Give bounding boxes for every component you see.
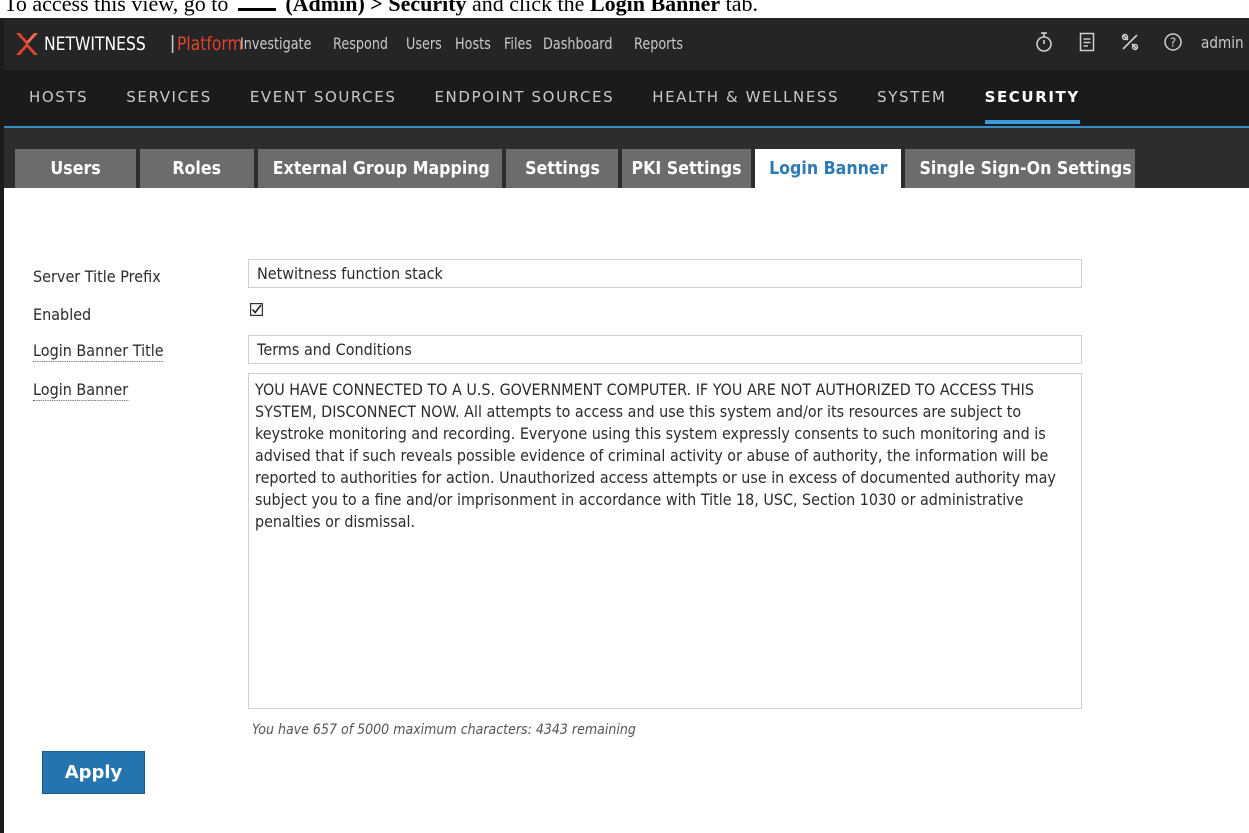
nav-respond[interactable]: Respond <box>333 34 388 53</box>
caption-post: tab. <box>720 0 759 16</box>
tab-roles-label: Roles <box>172 158 222 179</box>
tab-external-group-mapping[interactable]: External Group Mapping <box>258 149 502 188</box>
server-title-prefix-value: Netwitness function stack <box>257 264 443 283</box>
caption-tab: Login Banner <box>589 0 721 16</box>
login-banner-form: Server Title Prefix Netwitness function … <box>4 188 1249 833</box>
user-menu[interactable]: admin › <box>1201 32 1249 52</box>
apply-button[interactable]: Apply <box>42 751 145 794</box>
tab-single-sign-on-settings-label: Single Sign-On Settings <box>919 158 1132 179</box>
caption-admin: (Admin) <box>285 0 365 16</box>
subnav-system[interactable]: SYSTEM <box>877 70 946 124</box>
server-title-prefix-label: Server Title Prefix <box>33 267 161 286</box>
enabled-checkbox[interactable] <box>250 303 263 316</box>
nav-files[interactable]: Files <box>504 34 532 53</box>
help-icon[interactable]: ? <box>1161 30 1185 54</box>
svg-text:?: ? <box>1170 36 1176 50</box>
login-banner-label: Login Banner <box>33 380 129 401</box>
notes-icon[interactable] <box>1075 30 1099 54</box>
nav-utilities: ? admin › <box>1013 30 1249 54</box>
brand-name: NETWITNESS <box>44 33 146 55</box>
subnav-event-sources[interactable]: EVENT SOURCES <box>250 70 397 124</box>
timer-icon[interactable] <box>1032 30 1056 54</box>
nav-investigate[interactable]: Investigate <box>240 34 311 53</box>
tab-pki-settings[interactable]: PKI Settings <box>622 149 751 188</box>
caption-sep: > <box>364 0 389 16</box>
tab-users[interactable]: Users <box>15 149 136 188</box>
login-banner-title-label: Login Banner Title <box>33 341 164 362</box>
admin-subnav: HOSTS SERVICES EVENT SOURCES ENDPOINT SO… <box>4 70 1249 124</box>
brand-product: Platform <box>177 33 243 55</box>
brand-logo[interactable]: NETWITNESS | Platform <box>14 31 257 57</box>
tab-bar: Users Roles External Group Mapping Setti… <box>4 128 1249 188</box>
subnav-endpoint-sources[interactable]: ENDPOINT SOURCES <box>434 70 614 124</box>
main-nav: Investigate Respond Users Hosts Files Da… <box>240 34 699 53</box>
nav-hosts[interactable]: Hosts <box>455 34 491 53</box>
admin-icon <box>237 4 276 11</box>
tab-pki-settings-label: PKI Settings <box>631 158 742 179</box>
tab-settings[interactable]: Settings <box>506 149 618 188</box>
nav-dashboard[interactable]: Dashboard <box>543 34 612 53</box>
subnav-security[interactable]: SECURITY <box>984 70 1081 124</box>
tab-login-banner-label: Login Banner <box>768 158 888 179</box>
enabled-label: Enabled <box>33 305 92 324</box>
login-banner-textarea[interactable]: YOU HAVE CONNECTED TO A U.S. GOVERNMENT … <box>248 373 1082 709</box>
caption-security: Security <box>388 0 467 16</box>
login-banner-title-value: Terms and Conditions <box>257 340 412 359</box>
caption-pre: To access this view, go to <box>4 0 229 16</box>
document-caption: To access this view, go to (Admin) > Sec… <box>0 0 1249 18</box>
netwitness-logo-icon <box>16 33 38 55</box>
user-name: admin <box>1201 32 1244 52</box>
tab-external-group-mapping-label: External Group Mapping <box>272 158 490 179</box>
nav-reports[interactable]: Reports <box>634 34 683 53</box>
character-count-hint: You have 657 of 5000 maximum characters:… <box>252 722 636 738</box>
tab-settings-label: Settings <box>524 158 600 179</box>
brand-separator: | <box>170 33 176 54</box>
nav-users[interactable]: Users <box>406 34 442 53</box>
subnav-services[interactable]: SERVICES <box>126 70 212 124</box>
top-nav: NETWITNESS | Platform Investigate Respon… <box>4 18 1249 70</box>
subnav-health-wellness[interactable]: HEALTH & WELLNESS <box>652 70 839 124</box>
server-title-prefix-input[interactable]: Netwitness function stack <box>248 259 1082 288</box>
subnav-hosts[interactable]: HOSTS <box>29 70 88 124</box>
tab-single-sign-on-settings[interactable]: Single Sign-On Settings <box>905 149 1135 188</box>
caption-text: To access this view, go to (Admin) > Sec… <box>4 0 758 17</box>
tab-roles[interactable]: Roles <box>140 149 254 188</box>
app-window: NETWITNESS | Platform Investigate Respon… <box>4 18 1249 833</box>
login-banner-text: YOU HAVE CONNECTED TO A U.S. GOVERNMENT … <box>255 380 1056 531</box>
tools-icon[interactable] <box>1118 30 1142 54</box>
caption-mid: and click the <box>466 0 590 16</box>
tab-login-banner[interactable]: Login Banner <box>755 149 901 188</box>
tab-users-label: Users <box>50 158 101 179</box>
login-banner-title-input[interactable]: Terms and Conditions <box>248 335 1082 364</box>
